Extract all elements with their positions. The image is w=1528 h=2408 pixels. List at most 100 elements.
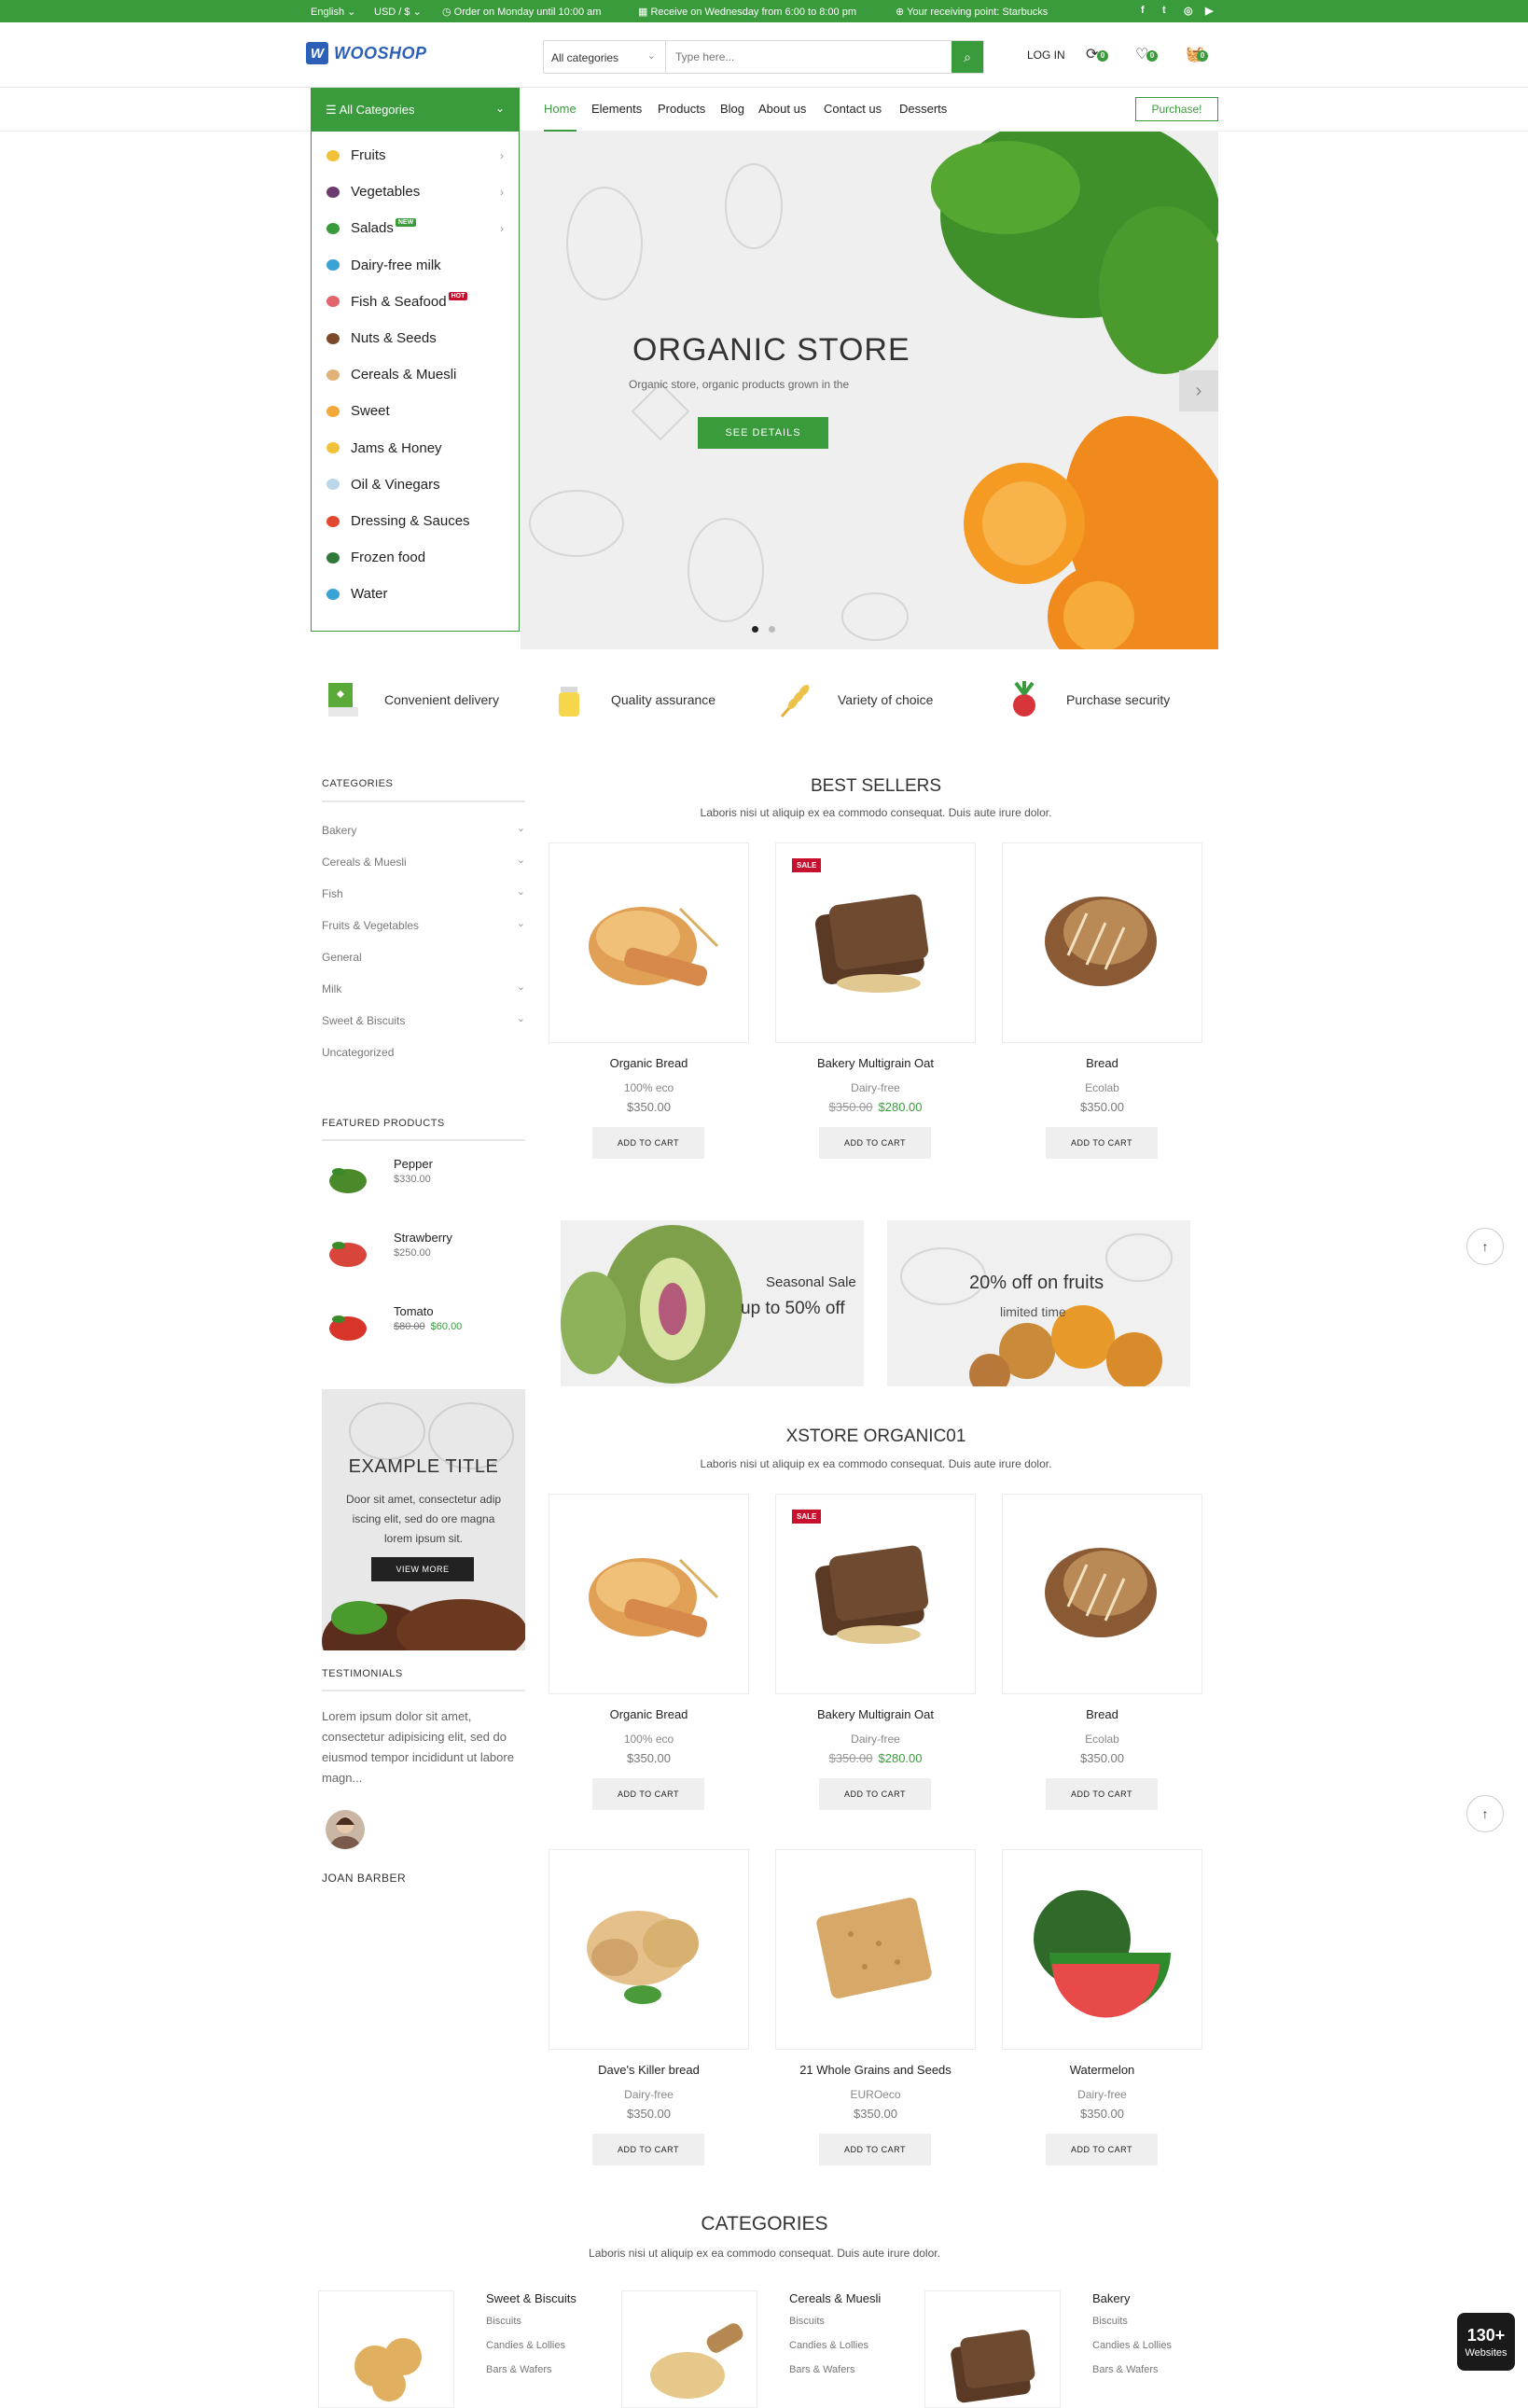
product-name[interactable]: Watermelon	[1002, 2063, 1202, 2077]
sidebar-category-item[interactable]: Sweet & Biscuits ⌄	[322, 1012, 525, 1027]
category-title[interactable]: Sweet & Biscuits	[486, 2291, 576, 2305]
websites-badge[interactable]: 130+ Websites	[1457, 2313, 1515, 2371]
category-menu-item[interactable]: Dressing & Sauces	[312, 503, 519, 539]
product-card[interactable]	[1002, 842, 1202, 1043]
category-subitem[interactable]: Candies & Lollies	[486, 2340, 565, 2351]
category-menu-item[interactable]: Fruits ›	[312, 137, 519, 174]
sidebar-category-item[interactable]: Cereals & Muesli ⌄	[322, 854, 525, 869]
category-menu-item[interactable]: Frozen food	[312, 539, 519, 576]
category-menu-item[interactable]: Sweet	[312, 393, 519, 429]
product-name[interactable]: Bread	[1002, 1056, 1202, 1070]
category-menu-item[interactable]: Water	[312, 576, 519, 612]
chevron-down-icon[interactable]: ⌄	[517, 885, 525, 898]
view-more-button[interactable]: VIEW MORE	[371, 1557, 474, 1581]
product-card[interactable]	[775, 1849, 976, 2050]
search-category-select[interactable]: All categories ⌄	[544, 41, 666, 73]
sidebar-category-item[interactable]: Fish ⌄	[322, 885, 525, 900]
category-menu-item[interactable]: Cereals & Muesli	[312, 356, 519, 393]
sidebar-category-item[interactable]: Milk ⌄	[322, 981, 525, 995]
add-to-cart-button[interactable]: ADD TO CART	[592, 1778, 704, 1810]
see-details-button[interactable]: SEE DETAILS	[698, 417, 828, 449]
category-subitem[interactable]: Candies & Lollies	[1092, 2340, 1172, 2351]
add-to-cart-button[interactable]: ADD TO CART	[1046, 1778, 1158, 1810]
product-card[interactable]	[1002, 1494, 1202, 1694]
sidebar-category-item[interactable]: Uncategorized	[322, 1046, 525, 1059]
add-to-cart-button[interactable]: ADD TO CART	[819, 1778, 931, 1810]
category-title[interactable]: Bakery	[1092, 2291, 1130, 2305]
add-to-cart-button[interactable]: ADD TO CART	[1046, 1127, 1158, 1159]
category-subitem[interactable]: Biscuits	[789, 2316, 825, 2327]
product-name[interactable]: Bakery Multigrain Oat	[775, 1707, 976, 1721]
product-card[interactable]: SALE	[775, 842, 976, 1043]
nav-products[interactable]: Products	[658, 102, 705, 116]
category-subitem[interactable]: Biscuits	[1092, 2316, 1128, 2327]
twitter-icon[interactable]: t	[1162, 5, 1166, 16]
add-to-cart-button[interactable]: ADD TO CART	[819, 2134, 931, 2165]
purchase-button[interactable]: Purchase!	[1135, 97, 1218, 121]
product-name[interactable]: Organic Bread	[549, 1056, 749, 1070]
category-menu-item[interactable]: Nuts & Seeds	[312, 320, 519, 356]
youtube-icon[interactable]: ▶	[1205, 5, 1213, 17]
chevron-down-icon[interactable]: ⌄	[517, 822, 525, 834]
compare-icon[interactable]: ⟳ 0	[1086, 45, 1108, 63]
currency-selector[interactable]: USD / $ ⌄	[374, 6, 422, 18]
product-name[interactable]: Dave's Killer bread	[549, 2063, 749, 2077]
featured-product[interactable]: Tomato $80.00 $60.00	[322, 1297, 525, 1362]
nav-contact[interactable]: Contact us	[824, 102, 882, 116]
add-to-cart-button[interactable]: ADD TO CART	[1046, 2134, 1158, 2165]
wishlist-icon[interactable]: ♡ 0	[1135, 45, 1158, 63]
add-to-cart-button[interactable]: ADD TO CART	[592, 1127, 704, 1159]
slider-dot-1[interactable]	[752, 626, 758, 633]
search-button[interactable]: ⌕	[952, 41, 983, 73]
add-to-cart-button[interactable]: ADD TO CART	[819, 1127, 931, 1159]
featured-product[interactable]: Pepper $330.00	[322, 1149, 525, 1215]
category-menu-item[interactable]: Salads NEW ›	[312, 210, 519, 246]
nav-elements[interactable]: Elements	[591, 102, 642, 116]
category-image[interactable]	[924, 2290, 1061, 2408]
nav-blog[interactable]: Blog	[720, 102, 744, 116]
fruits-discount-banner[interactable]: 20% off on fruits limited time	[887, 1220, 1190, 1386]
logo[interactable]: W WOOSHOP	[306, 41, 427, 65]
sidebar-category-item[interactable]: Bakery ⌄	[322, 822, 525, 837]
featured-product[interactable]: Strawberry $250.00	[322, 1223, 525, 1288]
add-to-cart-button[interactable]: ADD TO CART	[592, 2134, 704, 2165]
login-link[interactable]: LOG IN	[1027, 49, 1065, 62]
facebook-icon[interactable]: f	[1141, 5, 1145, 16]
instagram-icon[interactable]: ◎	[1184, 5, 1193, 17]
scroll-top-button[interactable]: ↑	[1466, 1795, 1504, 1832]
category-menu-item[interactable]: Dairy-free milk	[312, 247, 519, 284]
category-menu-item[interactable]: Fish & Seafood HOT	[312, 284, 519, 320]
category-subitem[interactable]: Candies & Lollies	[789, 2340, 868, 2351]
chevron-down-icon[interactable]: ⌄	[517, 854, 525, 866]
product-card[interactable]	[1002, 1849, 1202, 2050]
nav-home[interactable]: Home	[544, 102, 576, 132]
seasonal-sale-banner[interactable]: Seasonal Sale up to 50% off	[561, 1220, 864, 1386]
cart-icon[interactable]: 🧺 0	[1186, 45, 1208, 63]
scroll-top-button[interactable]: ↑	[1466, 1228, 1504, 1265]
hero-next-button[interactable]: ›	[1179, 370, 1218, 411]
product-name[interactable]: Bakery Multigrain Oat	[775, 1056, 976, 1070]
category-subitem[interactable]: Bars & Wafers	[486, 2364, 552, 2375]
product-card[interactable]	[549, 1849, 749, 2050]
product-name[interactable]: Bread	[1002, 1707, 1202, 1721]
all-categories-button[interactable]: ☰ All Categories ⌄	[311, 88, 520, 132]
chevron-down-icon[interactable]: ⌄	[517, 917, 525, 929]
chevron-down-icon[interactable]: ⌄	[517, 1012, 525, 1024]
sidebar-category-item[interactable]: Fruits & Vegetables ⌄	[322, 917, 525, 932]
category-title[interactable]: Cereals & Muesli	[789, 2291, 881, 2305]
category-image[interactable]	[621, 2290, 757, 2408]
category-subitem[interactable]: Biscuits	[486, 2316, 521, 2327]
category-menu-item[interactable]: Jams & Honey	[312, 430, 519, 466]
product-name[interactable]: 21 Whole Grains and Seeds	[775, 2063, 976, 2077]
category-menu-item[interactable]: Vegetables ›	[312, 174, 519, 210]
search-input[interactable]	[666, 41, 952, 73]
chevron-down-icon[interactable]: ⌄	[517, 981, 525, 993]
category-image[interactable]	[318, 2290, 454, 2408]
product-card[interactable]	[549, 842, 749, 1043]
category-subitem[interactable]: Bars & Wafers	[1092, 2364, 1159, 2375]
product-name[interactable]: Organic Bread	[549, 1707, 749, 1721]
language-selector[interactable]: English ⌄	[311, 6, 355, 18]
nav-about[interactable]: About us	[758, 102, 806, 116]
slider-dot-2[interactable]	[769, 626, 775, 633]
product-card[interactable]: SALE	[775, 1494, 976, 1694]
